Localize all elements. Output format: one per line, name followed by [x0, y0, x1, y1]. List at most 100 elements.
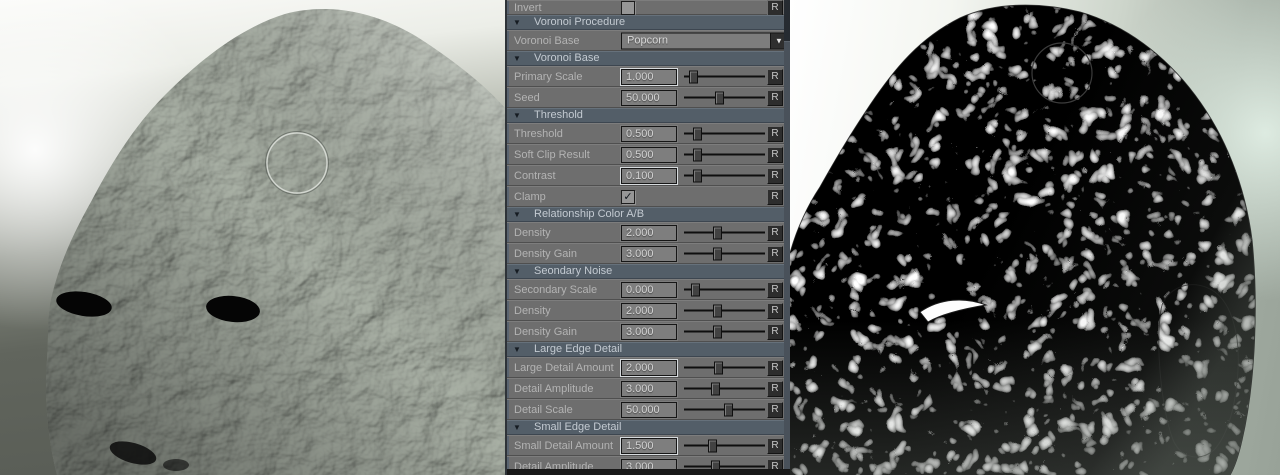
value-field-soft-clip-result-8[interactable]: 0.500: [621, 147, 677, 163]
slider-handle[interactable]: [713, 226, 722, 239]
section-header-voronoi-procedure[interactable]: ▼Voronoi Procedure: [507, 15, 784, 30]
slider-track[interactable]: [684, 309, 765, 311]
value-field-density-gain-13[interactable]: 3.000: [621, 246, 677, 262]
param-row-soft-clip-result-8: Soft Clip Result0.500R: [507, 144, 784, 165]
value-field-primary-scale-4[interactable]: 1.000: [621, 69, 677, 85]
slider-handle[interactable]: [713, 247, 722, 260]
head-shading-bottom: [790, 5, 1255, 475]
section-label: Small Edge Detail: [534, 420, 621, 435]
slider-track[interactable]: [684, 231, 765, 233]
panel-rows: InvertR▼Voronoi ProcedureVoronoi BasePop…: [507, 0, 784, 475]
value-field-small-detail-amount-23[interactable]: 1.500: [621, 438, 677, 454]
reset-button-large-detail-amount-19[interactable]: R: [767, 360, 783, 376]
checkbox-invert[interactable]: [621, 1, 635, 15]
slider-detail-amplitude-20[interactable]: [684, 382, 765, 395]
slider-handle[interactable]: [715, 91, 724, 104]
value-field-detail-scale-21[interactable]: 50.000: [621, 402, 677, 418]
reset-button-clamp[interactable]: R: [767, 189, 783, 205]
slider-track[interactable]: [684, 252, 765, 254]
slider-secondary-scale-15[interactable]: [684, 283, 765, 296]
slider-handle[interactable]: [714, 361, 723, 374]
slider-track[interactable]: [684, 330, 765, 332]
param-row-voronoi-base: Voronoi BasePopcorn▼: [507, 30, 784, 51]
value-field-detail-amplitude-20[interactable]: 3.000: [621, 381, 677, 397]
slider-track[interactable]: [684, 366, 765, 368]
slider-detail-scale-21[interactable]: [684, 403, 765, 416]
reset-button-density-gain-17[interactable]: R: [767, 324, 783, 340]
reset-button-density-gain-13[interactable]: R: [767, 246, 783, 262]
slider-handle[interactable]: [711, 382, 720, 395]
dropdown-voronoi-base[interactable]: Popcorn▼: [621, 32, 788, 49]
param-label: Detail Amplitude: [514, 383, 594, 395]
value-field-density-12[interactable]: 2.000: [621, 225, 677, 241]
slider-soft-clip-result-8[interactable]: [684, 148, 765, 161]
value-field-large-detail-amount-19[interactable]: 2.000: [621, 360, 677, 376]
app-window: InvertR▼Voronoi ProcedureVoronoi BasePop…: [0, 0, 1280, 475]
reset-button-invert[interactable]: R: [767, 0, 783, 16]
viewport-texture-preview[interactable]: [790, 0, 1280, 475]
param-row-contrast-9: Contrast0.100R: [507, 165, 784, 186]
param-row-primary-scale-4: Primary Scale 1.000 R: [507, 66, 784, 87]
reset-button-contrast-9[interactable]: R: [767, 168, 783, 184]
viewport-3d-sculpt[interactable]: [0, 0, 505, 475]
reset-button-detail-amplitude-20[interactable]: R: [767, 381, 783, 397]
slider-handle[interactable]: [691, 283, 700, 296]
slider-contrast-9[interactable]: [684, 169, 765, 182]
slider-small-detail-amount-23[interactable]: [684, 439, 765, 452]
section-header-small-edge-detail[interactable]: ▼Small Edge Detail: [507, 420, 784, 435]
slider-handle[interactable]: [724, 403, 733, 416]
param-label: Primary Scale: [514, 71, 582, 83]
param-row-large-detail-amount-19: Large Detail Amount 2.000 R: [507, 357, 784, 378]
reset-button-density-16[interactable]: R: [767, 303, 783, 319]
param-row-density-gain-13: Density Gain3.000R: [507, 243, 784, 264]
value-field-density-gain-17[interactable]: 3.000: [621, 324, 677, 340]
value-field-secondary-scale-15[interactable]: 0.000: [621, 282, 677, 298]
param-label: Threshold: [514, 128, 563, 140]
slider-handle[interactable]: [713, 325, 722, 338]
slider-track[interactable]: [684, 444, 765, 446]
section-label: Seondary Noise: [534, 264, 612, 279]
slider-density-12[interactable]: [684, 226, 765, 239]
checkbox-clamp[interactable]: ✓: [621, 190, 635, 204]
reset-button-primary-scale-4[interactable]: R: [767, 69, 783, 85]
slider-seed-5[interactable]: [684, 91, 765, 104]
section-header-voronoi-base[interactable]: ▼Voronoi Base: [507, 51, 784, 66]
value-field-contrast-9[interactable]: 0.100: [621, 168, 677, 184]
slider-large-detail-amount-19[interactable]: [684, 361, 765, 374]
slider-track[interactable]: [684, 465, 765, 467]
slider-density-gain-17[interactable]: [684, 325, 765, 338]
section-header-threshold[interactable]: ▼Threshold: [507, 108, 784, 123]
param-row-small-detail-amount-23: Small Detail Amount1.500R: [507, 435, 784, 456]
slider-track[interactable]: [684, 387, 765, 389]
param-label: Large Detail Amount: [514, 362, 614, 374]
value-field-density-16[interactable]: 2.000: [621, 303, 677, 319]
slider-handle[interactable]: [693, 127, 702, 140]
slider-threshold-7[interactable]: [684, 127, 765, 140]
section-header-large-edge-detail[interactable]: ▼Large Edge Detail: [507, 342, 784, 357]
reset-button-seed-5[interactable]: R: [767, 90, 783, 106]
slider-density-16[interactable]: [684, 304, 765, 317]
slider-handle[interactable]: [708, 439, 717, 452]
reset-button-density-12[interactable]: R: [767, 225, 783, 241]
reset-button-detail-scale-21[interactable]: R: [767, 402, 783, 418]
section-label: Threshold: [534, 108, 583, 123]
slider-handle[interactable]: [689, 70, 698, 83]
value-field-seed-5[interactable]: 50.000: [621, 90, 677, 106]
param-label: Seed: [514, 92, 540, 104]
nostril-shadow-2: [163, 459, 189, 471]
panel-bottom-divider: [507, 469, 790, 475]
value-field-threshold-7[interactable]: 0.500: [621, 126, 677, 142]
slider-density-gain-13[interactable]: [684, 247, 765, 260]
collapse-triangle-icon: ▼: [513, 264, 521, 279]
slider-handle[interactable]: [713, 304, 722, 317]
slider-handle[interactable]: [693, 148, 702, 161]
reset-button-soft-clip-result-8[interactable]: R: [767, 147, 783, 163]
reset-button-secondary-scale-15[interactable]: R: [767, 282, 783, 298]
slider-track[interactable]: [684, 96, 765, 98]
section-header-relationship-color-a-b[interactable]: ▼Relationship Color A/B: [507, 207, 784, 222]
reset-button-small-detail-amount-23[interactable]: R: [767, 438, 783, 454]
slider-handle[interactable]: [693, 169, 702, 182]
reset-button-threshold-7[interactable]: R: [767, 126, 783, 142]
section-header-seondary-noise[interactable]: ▼ Seondary Noise: [507, 264, 784, 279]
slider-primary-scale-4[interactable]: [684, 70, 765, 83]
